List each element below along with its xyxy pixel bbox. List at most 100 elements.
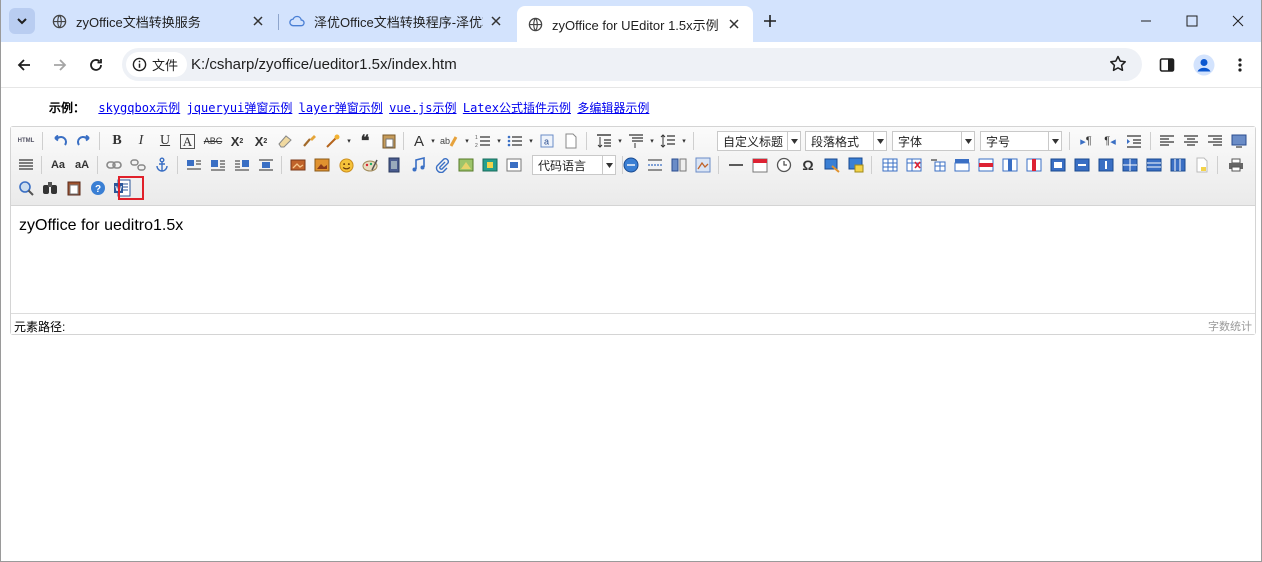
underline-icon[interactable]: U	[156, 132, 174, 150]
search-replace-icon[interactable]	[41, 179, 59, 197]
insert-col-icon[interactable]	[1001, 156, 1019, 174]
bold-icon[interactable]: B	[108, 132, 126, 150]
select-all-icon[interactable]: a	[538, 132, 556, 150]
maximize-button[interactable]	[1169, 0, 1215, 42]
insert-video-icon[interactable]	[385, 156, 403, 174]
snapscreen-icon[interactable]	[823, 156, 841, 174]
merge-cells-icon[interactable]	[1049, 156, 1067, 174]
date-icon[interactable]	[751, 156, 769, 174]
attachment-icon[interactable]	[433, 156, 451, 174]
new-tab-button[interactable]	[759, 10, 781, 32]
address-bar[interactable]: 文件 K:/csharp/zyoffice/ueditor1.5x/index.…	[122, 48, 1142, 81]
bookmark-star-icon[interactable]	[1108, 54, 1128, 79]
simple-upload-icon[interactable]	[289, 156, 307, 174]
url-text[interactable]: K:/csharp/zyoffice/ueditor1.5x/index.htm	[191, 56, 457, 73]
close-tab-icon[interactable]	[487, 12, 505, 30]
insert-paragraph-before-table-icon[interactable]	[929, 156, 947, 174]
scrawl-icon[interactable]	[361, 156, 379, 174]
split-to-cols-icon[interactable]	[1169, 156, 1187, 174]
font-family-select[interactable]: 字体	[892, 131, 975, 151]
tab-zyoffice-service[interactable]: zyOffice文档转换服务	[45, 6, 273, 36]
tolowercase-icon[interactable]: aA	[73, 156, 91, 174]
paste-plain-icon[interactable]	[380, 132, 398, 150]
italic-icon[interactable]: I	[132, 132, 150, 150]
example-link-multi-editor[interactable]: 多编辑器示例	[577, 101, 649, 115]
clear-doc-icon[interactable]	[562, 132, 580, 150]
emotion-icon[interactable]	[337, 156, 355, 174]
justify-icon[interactable]	[17, 156, 35, 174]
format-painter-icon[interactable]	[300, 132, 318, 150]
merge-right-icon[interactable]	[1073, 156, 1091, 174]
example-link-skygqbox[interactable]: skygqbox示例	[98, 101, 180, 115]
close-tab-icon[interactable]	[725, 15, 743, 33]
image-center-icon[interactable]	[257, 156, 275, 174]
eraser-icon[interactable]	[276, 132, 294, 150]
template-icon[interactable]	[670, 156, 688, 174]
word-image-icon[interactable]	[847, 156, 865, 174]
image-none-icon[interactable]	[185, 156, 203, 174]
tab-zeyou-converter[interactable]: 泽优Office文档转换程序-泽优软件	[283, 6, 511, 36]
forward-button[interactable]	[45, 50, 75, 80]
tab-ueditor-example[interactable]: zyOffice for UEditor 1.5x示例	[517, 6, 753, 42]
split-to-cells-icon[interactable]	[1121, 156, 1139, 174]
font-size-select[interactable]: 字号	[980, 131, 1062, 151]
editor-content[interactable]: zyOffice for ueditro1.5x	[19, 217, 183, 235]
touppercase-icon[interactable]: Aa	[49, 156, 67, 174]
superscript-icon[interactable]: X2	[228, 132, 246, 150]
map-icon[interactable]	[457, 156, 475, 174]
example-link-latex[interactable]: Latex公式插件示例	[463, 101, 571, 115]
tab-search-button[interactable]	[9, 8, 35, 34]
help-icon[interactable]: ?	[89, 179, 107, 197]
subscript-icon[interactable]: X2	[252, 132, 270, 150]
unlink-icon[interactable]	[129, 156, 147, 174]
drafts-icon[interactable]	[65, 179, 83, 197]
image-left-icon[interactable]	[209, 156, 227, 174]
page-break-icon[interactable]	[646, 156, 664, 174]
reload-button[interactable]	[81, 50, 111, 80]
image-right-icon[interactable]	[233, 156, 251, 174]
highlight-color-icon[interactable]: ab	[440, 132, 458, 150]
source-html-icon[interactable]: HTML	[17, 132, 35, 150]
print-icon[interactable]	[1227, 156, 1245, 174]
menu-button[interactable]	[1225, 50, 1255, 80]
insert-frame-icon[interactable]	[505, 156, 523, 174]
insert-image-icon[interactable]	[313, 156, 331, 174]
paragraph-format-select[interactable]: 段落格式	[805, 131, 887, 151]
example-link-layer[interactable]: layer弹窗示例	[299, 101, 383, 115]
profile-button[interactable]	[1189, 50, 1219, 80]
side-panel-button[interactable]	[1152, 50, 1182, 80]
minimize-button[interactable]	[1123, 0, 1169, 42]
split-to-rows-icon[interactable]	[1145, 156, 1163, 174]
redo-icon[interactable]	[75, 132, 93, 150]
dropdown-arrow-icon[interactable]: ▾	[675, 132, 693, 150]
indent-icon[interactable]	[1125, 132, 1143, 150]
merge-down-icon[interactable]	[1097, 156, 1115, 174]
delete-col-icon[interactable]	[1025, 156, 1043, 174]
delete-row-icon[interactable]	[977, 156, 995, 174]
background-icon[interactable]	[694, 156, 712, 174]
example-link-jqueryui[interactable]: jqueryui弹窗示例	[187, 101, 293, 115]
code-language-select[interactable]: 代码语言	[532, 155, 616, 175]
fullscreen-icon[interactable]	[1230, 132, 1248, 150]
strikethrough-icon[interactable]: ABC	[204, 132, 223, 150]
rtl-direction-icon[interactable]: ¶ ◂	[1101, 132, 1119, 150]
align-right-icon[interactable]	[1206, 132, 1224, 150]
delete-table-icon[interactable]	[905, 156, 923, 174]
web-app-icon[interactable]	[622, 156, 640, 174]
gmap-icon[interactable]	[481, 156, 499, 174]
blockquote-icon[interactable]: ❝	[356, 132, 374, 150]
horizontal-rule-icon[interactable]	[727, 156, 745, 174]
example-link-vuejs[interactable]: vue.js示例	[389, 101, 456, 115]
custom-heading-select[interactable]: 自定义标题	[717, 131, 801, 151]
time-icon[interactable]	[775, 156, 793, 174]
align-left-icon[interactable]	[1158, 132, 1176, 150]
align-center-icon[interactable]	[1182, 132, 1200, 150]
undo-icon[interactable]	[51, 132, 69, 150]
close-tab-icon[interactable]	[249, 12, 267, 30]
link-icon[interactable]	[105, 156, 123, 174]
ltr-direction-icon[interactable]: ▸ ¶	[1077, 132, 1095, 150]
back-button[interactable]	[9, 50, 39, 80]
site-info-chip[interactable]: 文件	[126, 52, 188, 77]
close-window-button[interactable]	[1215, 0, 1261, 42]
anchor-icon[interactable]	[153, 156, 171, 174]
